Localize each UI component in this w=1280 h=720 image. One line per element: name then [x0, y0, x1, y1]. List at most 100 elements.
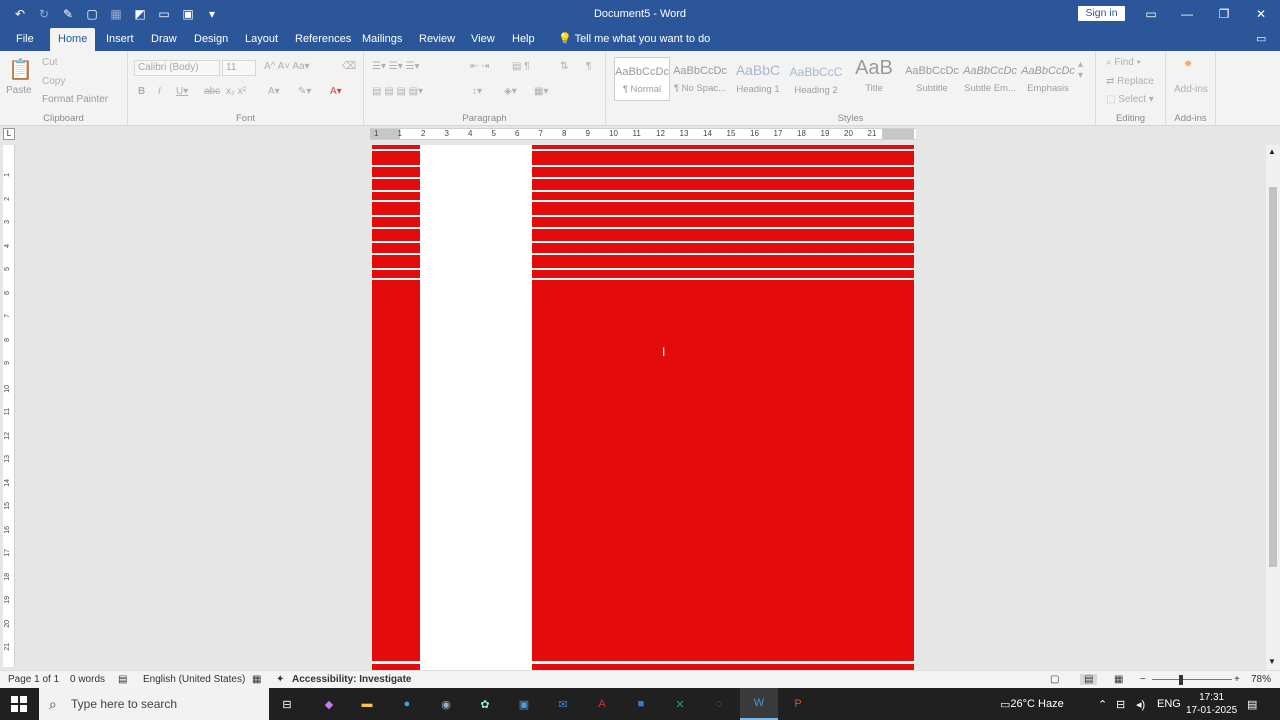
- tab-review[interactable]: Review: [411, 28, 463, 51]
- align-icon[interactable]: ▤ ▤ ▤ ▤▾: [372, 86, 423, 97]
- accessibility-status[interactable]: Accessibility: Investigate: [292, 674, 412, 685]
- notifications-icon[interactable]: ▤: [1247, 688, 1257, 720]
- taskbar-search[interactable]: ⌕ Type here to search: [39, 688, 269, 720]
- zoom-slider-thumb[interactable]: [1179, 675, 1183, 685]
- vertical-ruler[interactable]: 1 2 3 4 5 6 7 8 9 10 11 12 13 14 15 16 17 18 19 20 21: [3, 145, 15, 667]
- format-painter-button[interactable]: Format Painter: [42, 94, 108, 105]
- document-page[interactable]: I: [372, 145, 914, 671]
- weather-widget[interactable]: ▭ 26°C Haze: [1000, 688, 1064, 720]
- tab-view[interactable]: View: [463, 28, 503, 51]
- tab-insert[interactable]: Insert: [98, 28, 142, 51]
- messaging-icon[interactable]: ◌: [700, 688, 738, 720]
- tab-design[interactable]: Design: [186, 28, 236, 51]
- style-title[interactable]: AaB Title: [846, 57, 902, 101]
- word-count[interactable]: 0 words: [70, 674, 105, 685]
- grow-font-icon[interactable]: A^ A˅ Aa▾: [264, 61, 310, 72]
- indent-icon[interactable]: ⇤ ⇥: [470, 61, 490, 72]
- underline-icon[interactable]: U▾: [176, 86, 188, 97]
- bold-icon[interactable]: B: [138, 86, 145, 97]
- mail-icon[interactable]: ✉: [544, 688, 582, 720]
- store-icon[interactable]: ▣: [505, 688, 543, 720]
- subscript-icon[interactable]: x₂ x²: [226, 86, 246, 97]
- zoom-in-icon[interactable]: +: [1234, 674, 1240, 685]
- tab-layout[interactable]: Layout: [237, 28, 286, 51]
- zoom-slider[interactable]: [1152, 679, 1232, 680]
- windows-start-icon[interactable]: [0, 688, 38, 720]
- style-subtitle[interactable]: AaBbCcDc Subtitle: [904, 57, 960, 101]
- language-status[interactable]: English (United States): [143, 674, 245, 685]
- zoom-out-icon[interactable]: −: [1140, 674, 1146, 685]
- tab-draw[interactable]: Draw: [143, 28, 185, 51]
- excel-icon[interactable]: ✕: [661, 688, 699, 720]
- styles-scroll-icon[interactable]: ▴ ▾: [1078, 59, 1083, 81]
- strikethrough-icon[interactable]: abc: [204, 86, 220, 97]
- tab-mailings[interactable]: Mailings: [354, 28, 410, 51]
- select-button[interactable]: ⬚ Select ▾: [1106, 94, 1154, 105]
- chrome-icon[interactable]: ✿: [466, 688, 504, 720]
- style-subtle-emphasis[interactable]: AaBbCcDc Subtle Em...: [962, 57, 1018, 101]
- sign-in-button[interactable]: Sign in: [1078, 6, 1125, 21]
- comments-icon[interactable]: ▭: [1248, 28, 1274, 51]
- bullets-icon[interactable]: ☰▾ ☰▾ ☰▾: [372, 61, 420, 72]
- replace-button[interactable]: ⇄ Replace: [1106, 76, 1154, 87]
- input-language[interactable]: ENG: [1157, 688, 1181, 720]
- network-icon[interactable]: ⊟: [1116, 688, 1125, 720]
- scroll-up-icon[interactable]: ▲: [1268, 147, 1276, 156]
- tab-selector[interactable]: L: [3, 128, 15, 140]
- addins-icon[interactable]: ✸: [1184, 59, 1192, 70]
- ribbon-display-icon[interactable]: ▭: [1133, 0, 1169, 28]
- style-heading-2[interactable]: AaBbCcC Heading 2: [788, 57, 844, 101]
- file-explorer-icon[interactable]: ▬: [348, 688, 386, 720]
- read-mode-icon[interactable]: ▢: [1050, 674, 1059, 685]
- tab-references[interactable]: References: [287, 28, 359, 51]
- borders-icon[interactable]: ▦▾: [534, 86, 548, 97]
- paste-button[interactable]: Paste: [6, 85, 32, 96]
- scroll-thumb[interactable]: [1269, 187, 1277, 567]
- line-spacing-icon[interactable]: ↕▾: [472, 86, 482, 97]
- clock[interactable]: 17:31 17-01-2025: [1186, 688, 1237, 720]
- style-emphasis[interactable]: AaBbCcDc Emphasis: [1020, 57, 1076, 101]
- macro-icon[interactable]: ▦: [252, 674, 261, 685]
- volume-icon[interactable]: ◂): [1136, 688, 1145, 720]
- style-heading-1[interactable]: AaBbC Heading 1: [730, 57, 786, 101]
- clear-format-icon[interactable]: ⌫: [342, 61, 356, 72]
- access-icon[interactable]: A: [583, 688, 621, 720]
- horizontal-ruler[interactable]: 1 1 2 3 4 5 6 7 8 9 10 11 12 13 14 15 16 17 18 19 20 21: [370, 128, 916, 140]
- find-button[interactable]: ⌕ Find ▾: [1106, 57, 1141, 68]
- page-count[interactable]: Page 1 of 1: [8, 674, 59, 685]
- addins-button[interactable]: Add-ins: [1174, 84, 1208, 95]
- close-icon[interactable]: ✕: [1243, 0, 1279, 28]
- font-name-combo[interactable]: Calibri (Body): [134, 60, 220, 76]
- copy-button[interactable]: Copy: [42, 76, 65, 87]
- app-icon[interactable]: ◉: [427, 688, 465, 720]
- zoom-level[interactable]: 78%: [1251, 674, 1271, 685]
- style-no-spacing[interactable]: AaBbCcDc ¶ No Spac...: [672, 57, 728, 101]
- vertical-scrollbar[interactable]: ▲ ▼: [1266, 145, 1280, 670]
- paint-icon[interactable]: ■: [622, 688, 660, 720]
- task-view-icon[interactable]: ⊟: [268, 688, 306, 720]
- text-effects-icon[interactable]: A▾: [268, 86, 280, 97]
- show-hidden-icons[interactable]: ⌃: [1098, 688, 1107, 720]
- edge-icon[interactable]: ●: [388, 688, 426, 720]
- minimize-icon[interactable]: —: [1169, 0, 1205, 28]
- word-icon[interactable]: W: [740, 688, 778, 720]
- highlight-icon[interactable]: ✎▾: [298, 86, 311, 97]
- tab-home[interactable]: Home: [50, 28, 96, 51]
- scroll-down-icon[interactable]: ▼: [1268, 657, 1276, 666]
- paste-icon[interactable]: 📋: [8, 57, 33, 82]
- ltr-icon[interactable]: ▤ ¶: [512, 61, 530, 72]
- font-color-icon[interactable]: A▾: [330, 86, 342, 97]
- print-layout-icon[interactable]: ▤: [1080, 674, 1098, 685]
- copilot-icon[interactable]: ◆: [310, 688, 348, 720]
- font-size-combo[interactable]: 11: [222, 60, 256, 76]
- tab-help[interactable]: Help: [504, 28, 543, 51]
- shading-icon[interactable]: ◈▾: [504, 86, 517, 97]
- cut-button[interactable]: Cut: [42, 57, 58, 68]
- tell-me-search[interactable]: 💡 Tell me what you want to do: [550, 28, 718, 51]
- style-normal[interactable]: AaBbCcDc ¶ Normal: [614, 57, 670, 101]
- tab-file[interactable]: File: [8, 28, 42, 51]
- sort-icon[interactable]: ⇅: [560, 61, 568, 72]
- italic-icon[interactable]: I: [158, 86, 161, 97]
- proofing-icon[interactable]: ▤: [118, 674, 127, 685]
- pilcrow-icon[interactable]: ¶: [586, 61, 591, 72]
